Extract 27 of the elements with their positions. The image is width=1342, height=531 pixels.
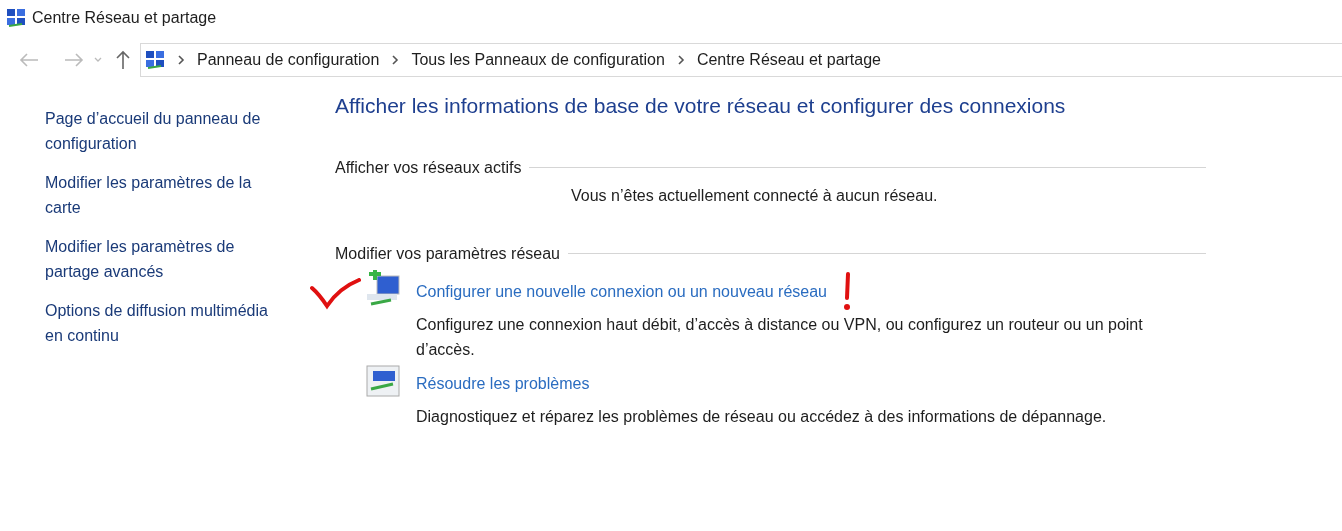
back-icon[interactable] — [19, 53, 39, 67]
dropdown-icon[interactable] — [94, 57, 102, 63]
chevron-icon — [676, 55, 685, 65]
chevron-icon — [177, 55, 185, 65]
task-link[interactable]: Résoudre les problèmes — [416, 371, 590, 396]
page-heading: Afficher les informations de base de votre réseau et configurer des connexions — [335, 93, 1067, 119]
forward-icon[interactable] — [64, 53, 84, 67]
hand-drawn-exclamation-mark — [842, 271, 853, 312]
address-bar[interactable]: Panneau de configuration Tous les Panneaux de configuration Centre Réseau et partage — [140, 43, 1342, 77]
sidebar-link[interactable]: Page d’accueil du panneau de configuration — [45, 106, 281, 156]
section-title: Afficher vos réseaux actifs — [335, 157, 522, 178]
window-title: Centre Réseau et partage — [32, 8, 217, 28]
sidebar-link[interactable]: Modifier les paramètres de partage avancés — [45, 234, 281, 284]
breadcrumb[interactable]: Panneau de configuration — [197, 48, 380, 72]
up-icon[interactable] — [116, 50, 130, 70]
sidebar-link[interactable]: Modifier les paramètres de la carte — [45, 170, 281, 220]
section-title: Modifier vos paramètres réseau — [335, 243, 560, 264]
status-message: Vous n’êtes actuellement connecté à aucun réseau. — [571, 185, 939, 206]
location-icon — [145, 50, 165, 70]
app-icon — [6, 8, 26, 28]
breadcrumb[interactable]: Tous les Panneaux de configuration — [411, 48, 665, 72]
sidebar-link[interactable]: Options de diffusion multimédia en continu — [45, 298, 281, 348]
breadcrumb[interactable]: Centre Réseau et partage — [696, 48, 881, 72]
task-description: Diagnostiquez et réparez les problèmes de réseau ou accédez à des informations de dépannage. — [416, 406, 1108, 427]
task-link[interactable]: Configurer une nouvelle connexion ou un nouveau réseau — [416, 279, 827, 304]
chevron-icon — [391, 55, 400, 65]
task-description: Configurez une connexion haut débit, d’accès à distance ou VPN, ou configurez un routeur ou un point d’accès. — [416, 314, 1144, 360]
